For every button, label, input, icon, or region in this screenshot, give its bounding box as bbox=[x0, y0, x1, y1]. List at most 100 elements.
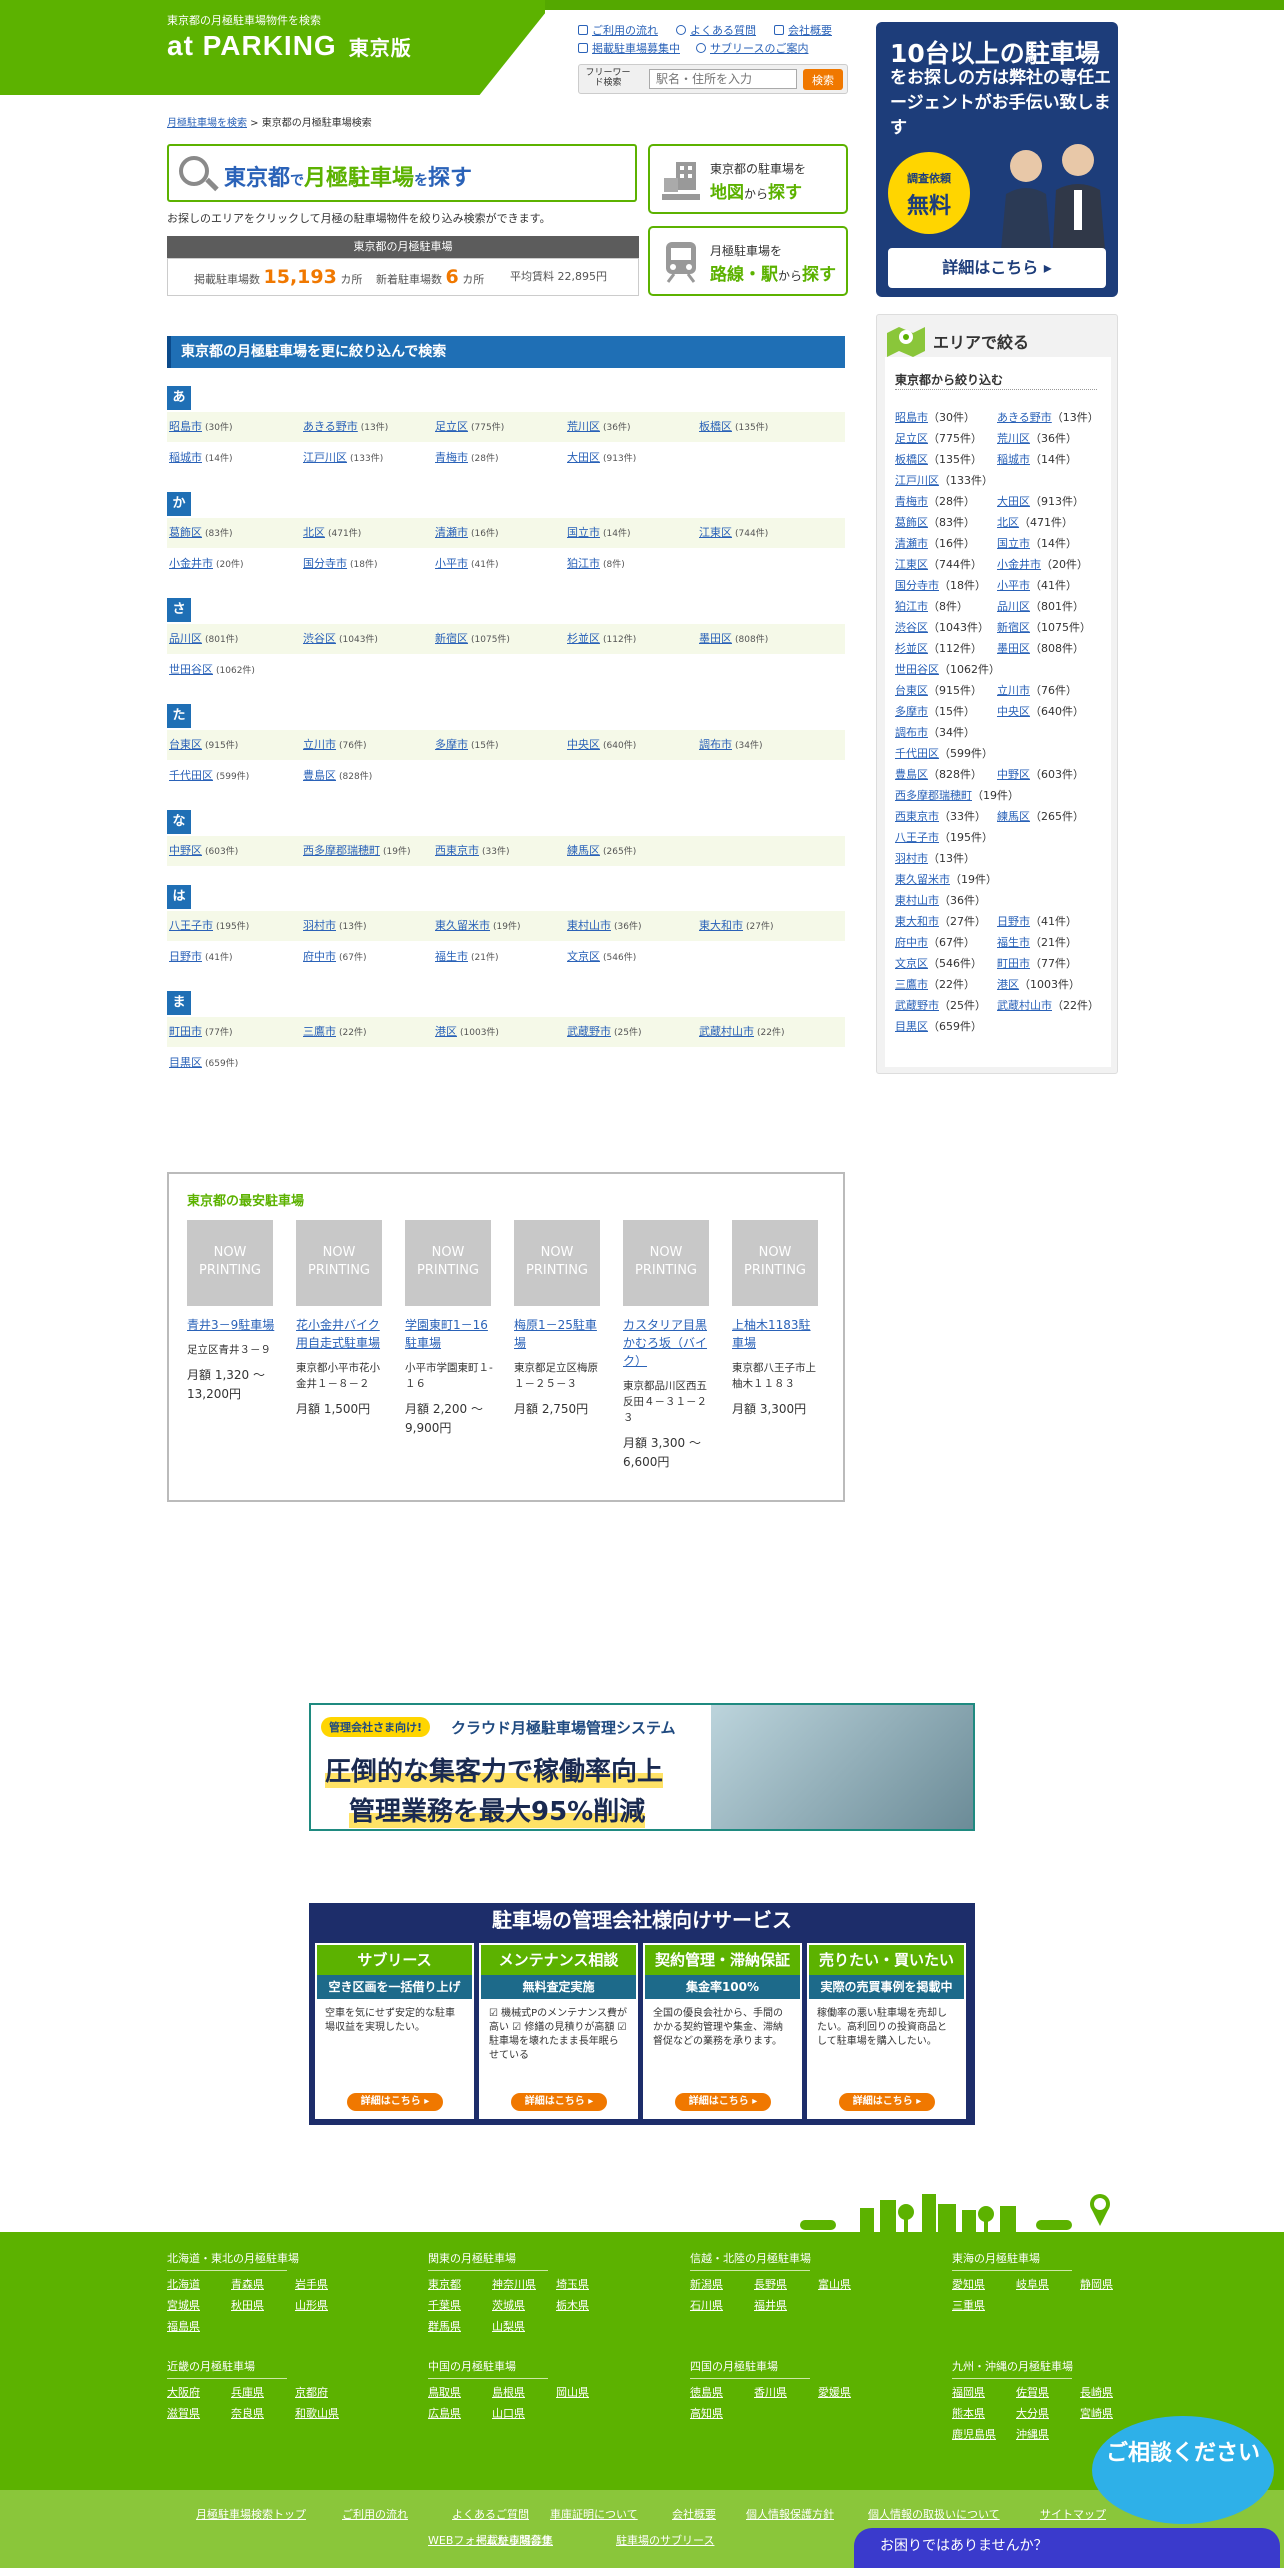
sidebar-area-item[interactable]: 江東区（744件） bbox=[895, 556, 982, 572]
header-link-sublease[interactable]: サブリースのご案内 bbox=[696, 40, 808, 56]
sidebar-area-name[interactable]: 足立区 bbox=[895, 432, 928, 445]
area-link-name[interactable]: 東久留米市 bbox=[435, 919, 490, 932]
footer-pref-link[interactable]: 愛知県 bbox=[952, 2276, 985, 2292]
sidebar-area-name[interactable]: 清瀬市 bbox=[895, 537, 928, 550]
footer-bottom-link[interactable]: 月極駐車場検索トップ bbox=[196, 2506, 306, 2522]
area-link[interactable]: 文京区 (546件) bbox=[567, 942, 636, 973]
service-detail-button[interactable]: 詳細はこちら ▸ bbox=[839, 2093, 935, 2111]
area-link-name[interactable]: 小平市 bbox=[435, 557, 468, 570]
area-link[interactable]: 港区 (1003件) bbox=[435, 1017, 499, 1048]
sidebar-area-item[interactable]: あきる野市（13件） bbox=[997, 409, 1099, 425]
parking-card[interactable]: NOW PRINTING 学園東町1－16駐車場 小平市学園東町１-１６ 月額 2,2… bbox=[405, 1220, 495, 1438]
sidebar-area-item[interactable]: 立川市（76件） bbox=[997, 682, 1077, 698]
area-link-name[interactable]: 清瀬市 bbox=[435, 526, 468, 539]
area-link-name[interactable]: 千代田区 bbox=[169, 769, 213, 782]
sidebar-area-name[interactable]: 中野区 bbox=[997, 768, 1030, 781]
sidebar-area-item[interactable]: 台東区（915件） bbox=[895, 682, 982, 698]
area-link[interactable]: 西東京市 (33件) bbox=[435, 836, 509, 867]
footer-pref-link[interactable]: 千葉県 bbox=[428, 2297, 461, 2313]
area-link[interactable]: 三鷹市 (22件) bbox=[303, 1017, 366, 1048]
sidebar-area-item[interactable]: 羽村市（13件） bbox=[895, 850, 975, 866]
area-link[interactable]: 昭島市 (30件) bbox=[169, 412, 232, 443]
consult-bubble[interactable]: ご相談ください bbox=[1092, 2416, 1274, 2524]
area-link[interactable]: 国分寺市 (18件) bbox=[303, 549, 377, 580]
area-link-name[interactable]: 立川市 bbox=[303, 738, 336, 751]
area-link[interactable]: 世田谷区 (1062件) bbox=[169, 655, 255, 686]
sidebar-area-name[interactable]: 大田区 bbox=[997, 495, 1030, 508]
sidebar-area-name[interactable]: 台東区 bbox=[895, 684, 928, 697]
sidebar-area-name[interactable]: 墨田区 bbox=[997, 642, 1030, 655]
area-link[interactable]: 東村山市 (36件) bbox=[567, 911, 641, 942]
footer-pref-link[interactable]: 山梨県 bbox=[492, 2318, 525, 2334]
sidebar-area-name[interactable]: 府中市 bbox=[895, 936, 928, 949]
area-link[interactable]: 東久留米市 (19件) bbox=[435, 911, 520, 942]
sidebar-area-name[interactable]: 立川市 bbox=[997, 684, 1030, 697]
footer-pref-link[interactable]: 岐阜県 bbox=[1016, 2276, 1049, 2292]
area-link-name[interactable]: 品川区 bbox=[169, 632, 202, 645]
sidebar-area-item[interactable]: 青梅市（28件） bbox=[895, 493, 975, 509]
area-link-name[interactable]: 世田谷区 bbox=[169, 663, 213, 676]
footer-pref-link[interactable]: 群馬県 bbox=[428, 2318, 461, 2334]
sidebar-area-name[interactable]: あきる野市 bbox=[997, 411, 1052, 424]
sidebar-area-name[interactable]: 西多摩郡瑞穂町 bbox=[895, 789, 972, 802]
sidebar-area-item[interactable]: 国立市（14件） bbox=[997, 535, 1077, 551]
sidebar-area-item[interactable]: 渋谷区（1043件） bbox=[895, 619, 989, 635]
area-link-name[interactable]: 国立市 bbox=[567, 526, 600, 539]
area-link[interactable]: 江東区 (744件) bbox=[699, 518, 768, 549]
area-link-name[interactable]: 武蔵村山市 bbox=[699, 1025, 754, 1038]
sidebar-area-item[interactable]: 港区（1003件） bbox=[997, 976, 1080, 992]
footer-pref-link[interactable]: 和歌山県 bbox=[295, 2405, 339, 2421]
sidebar-area-item[interactable]: 町田市（77件） bbox=[997, 955, 1077, 971]
footer-bottom-link[interactable]: サイトマップ bbox=[1040, 2506, 1106, 2522]
sidebar-area-item[interactable]: 調布市（34件） bbox=[895, 724, 975, 740]
area-link-name[interactable]: 港区 bbox=[435, 1025, 457, 1038]
service-detail-button[interactable]: 詳細はこちら ▸ bbox=[675, 2093, 771, 2111]
service-card[interactable]: 売りたい・買いたい 実際の売買事例を掲載中 稼働率の悪い駐車場を売却したい。高利回り… bbox=[807, 1943, 966, 2119]
footer-pref-link[interactable]: 長崎県 bbox=[1080, 2384, 1113, 2400]
area-link[interactable]: 渋谷区 (1043件) bbox=[303, 624, 378, 655]
area-link-name[interactable]: 青梅市 bbox=[435, 451, 468, 464]
sidebar-area-name[interactable]: 品川区 bbox=[997, 600, 1030, 613]
service-detail-button[interactable]: 詳細はこちら ▸ bbox=[347, 2093, 443, 2111]
sidebar-area-item[interactable]: 中野区（603件） bbox=[997, 766, 1084, 782]
area-link[interactable]: 杉並区 (112件) bbox=[567, 624, 636, 655]
sidebar-area-item[interactable]: 武蔵村山市（22件） bbox=[997, 997, 1099, 1013]
area-link[interactable]: 立川市 (76件) bbox=[303, 730, 366, 761]
footer-pref-link[interactable]: 茨城県 bbox=[492, 2297, 525, 2313]
parking-card[interactable]: NOW PRINTING 青井3－9駐車場 足立区青井３－９ 月額 1,320 ～ 1… bbox=[187, 1220, 277, 1404]
sidebar-area-item[interactable]: 文京区（546件） bbox=[895, 955, 982, 971]
footer-pref-link[interactable]: 広島県 bbox=[428, 2405, 461, 2421]
footer-pref-link[interactable]: 新潟県 bbox=[690, 2276, 723, 2292]
footer-pref-link[interactable]: 福岡県 bbox=[952, 2384, 985, 2400]
sidebar-area-name[interactable]: 江戸川区 bbox=[895, 474, 939, 487]
service-card[interactable]: メンテナンス相談 無料査定実施 ☑ 機械式Pのメンテナンス費が高い ☑ 修繕の見積り… bbox=[479, 1943, 638, 2119]
area-link[interactable]: 武蔵村山市 (22件) bbox=[699, 1017, 784, 1048]
header-link-company[interactable]: 会社概要 bbox=[774, 22, 832, 38]
area-link-name[interactable]: 板橋区 bbox=[699, 420, 732, 433]
sidebar-area-name[interactable]: 千代田区 bbox=[895, 747, 939, 760]
sidebar-area-item[interactable]: 世田谷区（1062件） bbox=[895, 661, 1000, 677]
area-link[interactable]: 武蔵野市 (25件) bbox=[567, 1017, 641, 1048]
sidebar-area-item[interactable]: 大田区（913件） bbox=[997, 493, 1084, 509]
search-by-station-button[interactable]: 月極駐車場を 路線・駅から探す bbox=[648, 226, 848, 296]
area-link[interactable]: 福生市 (21件) bbox=[435, 942, 498, 973]
sidebar-area-name[interactable]: 羽村市 bbox=[895, 852, 928, 865]
area-link[interactable]: 稲城市 (14件) bbox=[169, 443, 232, 474]
area-link[interactable]: 羽村市 (13件) bbox=[303, 911, 366, 942]
footer-pref-link[interactable]: 富山県 bbox=[818, 2276, 851, 2292]
area-link-name[interactable]: 目黒区 bbox=[169, 1056, 202, 1069]
area-link-name[interactable]: 町田市 bbox=[169, 1025, 202, 1038]
sidebar-area-name[interactable]: 調布市 bbox=[895, 726, 928, 739]
sidebar-area-name[interactable]: 武蔵野市 bbox=[895, 999, 939, 1012]
sidebar-area-item[interactable]: 福生市（21件） bbox=[997, 934, 1077, 950]
footer-pref-link[interactable]: 神奈川県 bbox=[492, 2276, 536, 2292]
sidebar-area-name[interactable]: 国分寺市 bbox=[895, 579, 939, 592]
footer-bottom-link[interactable]: 駐車場のサブリース bbox=[616, 2532, 714, 2548]
area-link[interactable]: 新宿区 (1075件) bbox=[435, 624, 510, 655]
parking-card[interactable]: NOW PRINTING 梅原1－25駐車場 東京都足立区梅原１－２５－３ 月額 2,… bbox=[514, 1220, 604, 1419]
area-link[interactable]: 台東区 (915件) bbox=[169, 730, 238, 761]
sidebar-area-item[interactable]: 清瀬市（16件） bbox=[895, 535, 975, 551]
sidebar-area-item[interactable]: 西多摩郡瑞穂町（19件） bbox=[895, 787, 1019, 803]
sidebar-area-name[interactable]: 狛江市 bbox=[895, 600, 928, 613]
footer-pref-link[interactable]: 沖縄県 bbox=[1016, 2426, 1049, 2442]
